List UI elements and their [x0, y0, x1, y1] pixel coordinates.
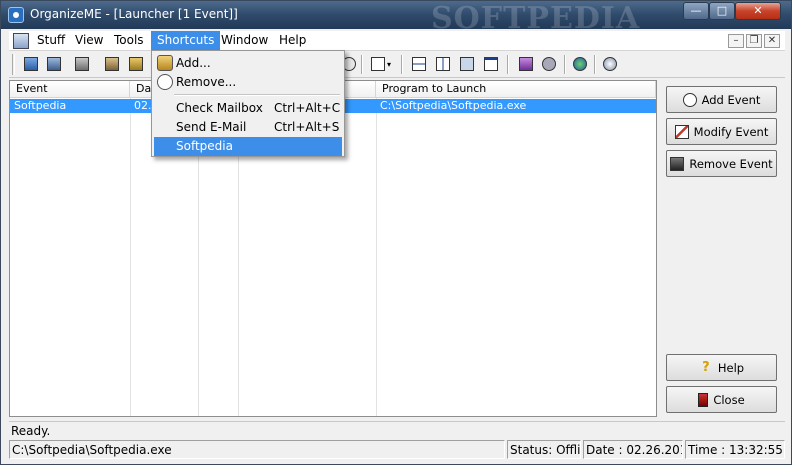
document-icon[interactable] [13, 33, 29, 49]
mdi-minimize-button[interactable]: – [728, 34, 744, 48]
close-button[interactable]: Close [666, 386, 777, 413]
cell-event: Softpedia [14, 99, 67, 112]
help-label: Help [717, 360, 745, 375]
add-event-button[interactable]: Add Event [666, 86, 777, 113]
menu-item-send-email[interactable]: Send E-Mail Ctrl+Alt+S [154, 118, 342, 137]
menu-shortcuts[interactable]: Shortcuts [151, 31, 221, 51]
grid-line [376, 98, 377, 416]
clock-icon [682, 92, 697, 107]
mdi-close-button[interactable]: ✕ [764, 34, 780, 48]
menu-bar: Stuff View Tools Shortcuts Window Help –… [9, 31, 785, 51]
menu-window[interactable]: Window [215, 31, 274, 51]
picture-icon[interactable] [126, 54, 146, 74]
status-date: Date : 02.26.2011 [583, 440, 683, 459]
column-event[interactable]: Event [10, 81, 130, 98]
calendar-icon[interactable] [44, 54, 64, 74]
menu-help[interactable]: Help [273, 31, 312, 51]
settings-icon[interactable] [539, 54, 559, 74]
menu-stuff[interactable]: Stuff [31, 31, 71, 51]
trash-icon [670, 156, 685, 171]
column-program[interactable]: Program to Launch [376, 81, 656, 98]
clipboard-icon[interactable] [102, 54, 122, 74]
menu-item-softpedia[interactable]: Softpedia [154, 137, 342, 156]
globe-icon[interactable] [570, 54, 590, 74]
toolbar-separator [594, 55, 596, 74]
menu-item-remove[interactable]: Remove... [154, 73, 342, 92]
menu-view[interactable]: View [69, 31, 109, 51]
menu-item-shortcut: Ctrl+Alt+C [274, 101, 341, 115]
remove-shortcut-icon [157, 74, 173, 90]
toolbar-grip[interactable] [12, 54, 15, 75]
close-label: Close [713, 392, 745, 407]
menu-item-shortcut: Ctrl+Alt+S [274, 120, 340, 134]
close-window-button[interactable]: ✕ [735, 2, 781, 20]
menu-item-label: Remove... [176, 75, 237, 89]
toolbar-separator [401, 55, 403, 74]
menu-item-add[interactable]: Add... [154, 54, 342, 73]
minimize-button[interactable]: — [683, 2, 709, 20]
info-icon[interactable] [600, 54, 620, 74]
add-event-label: Add Event [701, 92, 761, 107]
title-bar[interactable]: OrganizeME - [Launcher [1 Event]] SOFTPE… [1, 1, 791, 36]
layout-vertical-icon[interactable] [433, 54, 453, 74]
grid-line [130, 98, 131, 416]
notes-icon[interactable] [72, 54, 92, 74]
cell-program: C:\Softpedia\Softpedia.exe [380, 99, 527, 112]
layout-horizontal-icon[interactable] [409, 54, 429, 74]
menu-item-check-mailbox[interactable]: Check Mailbox Ctrl+Alt+C [154, 99, 342, 118]
modify-event-button[interactable]: Modify Event [666, 118, 777, 145]
status-path: C:\Softpedia\Softpedia.exe [9, 440, 505, 459]
menu-item-label: Add... [176, 56, 211, 70]
mdi-restore-button[interactable]: ❐ [746, 34, 762, 48]
exit-door-icon [698, 392, 709, 407]
toolbar: ▾ [9, 51, 785, 78]
toolbar-separator [361, 55, 363, 74]
menu-item-label: Softpedia [176, 139, 233, 153]
question-icon: ? [702, 359, 710, 375]
chart-edit-icon [674, 124, 689, 139]
maximize-button[interactable]: □ [709, 2, 735, 20]
status-connection: Status: Offline [507, 440, 581, 459]
menu-item-label: Check Mailbox [176, 101, 263, 115]
single-window-icon[interactable] [481, 54, 501, 74]
app-icon[interactable] [8, 7, 24, 23]
remove-event-button[interactable]: Remove Event [666, 150, 777, 177]
toolbar-separator [507, 55, 509, 74]
help-button[interactable]: ? Help [666, 354, 777, 381]
add-shortcut-icon [157, 55, 173, 71]
contacts-icon[interactable] [21, 54, 41, 74]
modify-event-label: Modify Event [693, 124, 769, 139]
menu-tools[interactable]: Tools [108, 31, 150, 51]
menu-item-label: Send E-Mail [176, 120, 247, 134]
status-bar: C:\Softpedia\Softpedia.exe Status: Offli… [9, 440, 785, 459]
app-window: OrganizeME - [Launcher [1 Event]] SOFTPE… [0, 0, 792, 465]
cascade-windows-icon[interactable] [457, 54, 477, 74]
status-time: Time : 13:32:55 [685, 440, 785, 459]
window-title: OrganizeME - [Launcher [1 Event]] [30, 7, 238, 21]
toolbar-separator [564, 55, 566, 74]
view-dropdown-icon[interactable]: ▾ [367, 54, 395, 74]
shortcuts-menu: Add... Remove... Check Mailbox Ctrl+Alt+… [151, 50, 345, 157]
remove-event-label: Remove Event [689, 156, 773, 171]
ready-status: Ready. [9, 421, 785, 439]
side-panel: Add Event Modify Event Remove Event ? He… [661, 80, 783, 417]
menu-separator [174, 94, 340, 96]
book-icon[interactable] [516, 54, 536, 74]
